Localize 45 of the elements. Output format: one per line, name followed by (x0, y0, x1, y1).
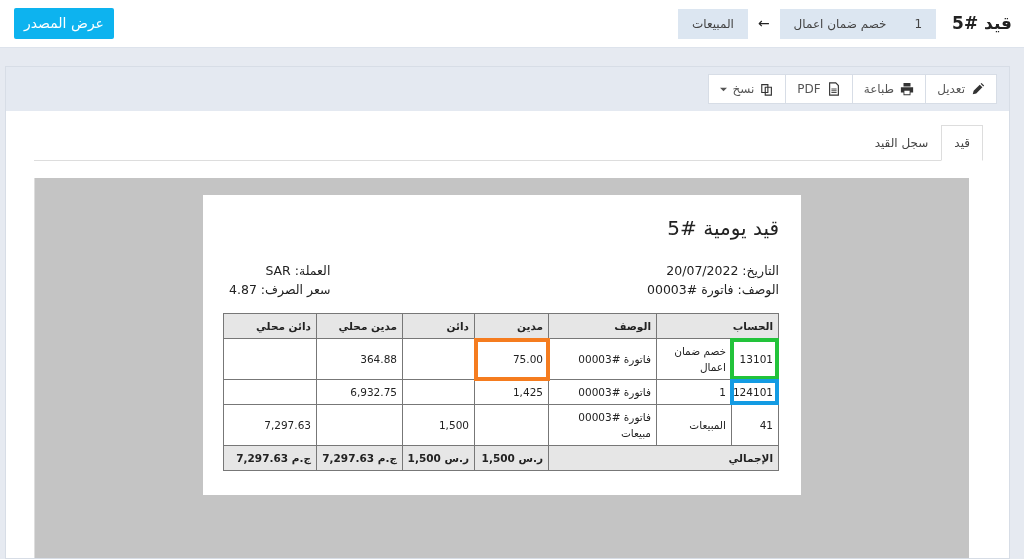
table-cell: 364.88 (316, 338, 403, 380)
tab[interactable]: سجل القيد (861, 125, 942, 161)
table-cell: ر.س 1,500 (474, 445, 549, 471)
pencil-icon (971, 82, 985, 96)
table-cell: ج.م 7,297.63 (316, 445, 403, 471)
column-header: دائن (402, 313, 475, 339)
breadcrumb-item[interactable]: المبيعات (677, 8, 748, 39)
toolbar-button[interactable]: نسخ (707, 74, 787, 104)
tab[interactable]: قيد (941, 125, 983, 161)
toolbar-button[interactable]: تعديل (925, 74, 997, 104)
column-header: مدين (474, 313, 549, 339)
table-cell: 41 (731, 405, 778, 445)
table-cell: ج.م 7,297.63 (223, 445, 317, 471)
table-cell: الإجمالي (548, 445, 779, 471)
table-cell: 7,297.63 (223, 404, 317, 446)
table-cell-text: المبيعات (688, 418, 727, 433)
arrow-icon: ← (747, 13, 780, 34)
info-text: العملة: SAR (264, 262, 331, 280)
table-cell: 1,425 (474, 379, 549, 405)
info-text: الوصف: فاتورة #00003 (647, 281, 779, 299)
column-header: الوصف (548, 313, 657, 339)
breadcrumb-item[interactable]: 1 (900, 8, 937, 39)
document-title: قيد يومية #5 (666, 215, 779, 242)
printer-icon (900, 82, 915, 96)
table-cell: فاتورة #00003 (548, 379, 657, 405)
document-icon (826, 82, 841, 96)
toolbar-button[interactable]: PDF (785, 74, 853, 104)
table-cell-text: 1 (718, 385, 727, 400)
column-header: مدين محلي (316, 313, 403, 339)
table-cell: فاتورة #00003 مبيعات (548, 404, 657, 446)
table-cell: 6,932.75 (316, 379, 403, 405)
info-text: سعر الصرف: 4.87 (229, 281, 331, 299)
table-cell: ر.س 1,500 (402, 445, 475, 471)
page-title: قيد #5 (952, 11, 1012, 35)
table-cell-text: خصم ضمان اعمال (673, 344, 727, 375)
copy-icon (760, 82, 775, 96)
table-cell: 124101 (731, 380, 778, 404)
info-text: التاريخ: 20/07/2022 (665, 262, 779, 280)
breadcrumb-item[interactable]: خصم ضمان اعمال (779, 8, 901, 39)
table-cell: 1,500 (402, 404, 475, 446)
toolbar-button[interactable]: طباعة (851, 74, 927, 104)
table-cell: 13101 (731, 339, 778, 379)
column-header: دائن محلي (223, 313, 317, 339)
column-header: الحساب (656, 313, 779, 339)
table-cell: 75.00 (474, 338, 549, 380)
